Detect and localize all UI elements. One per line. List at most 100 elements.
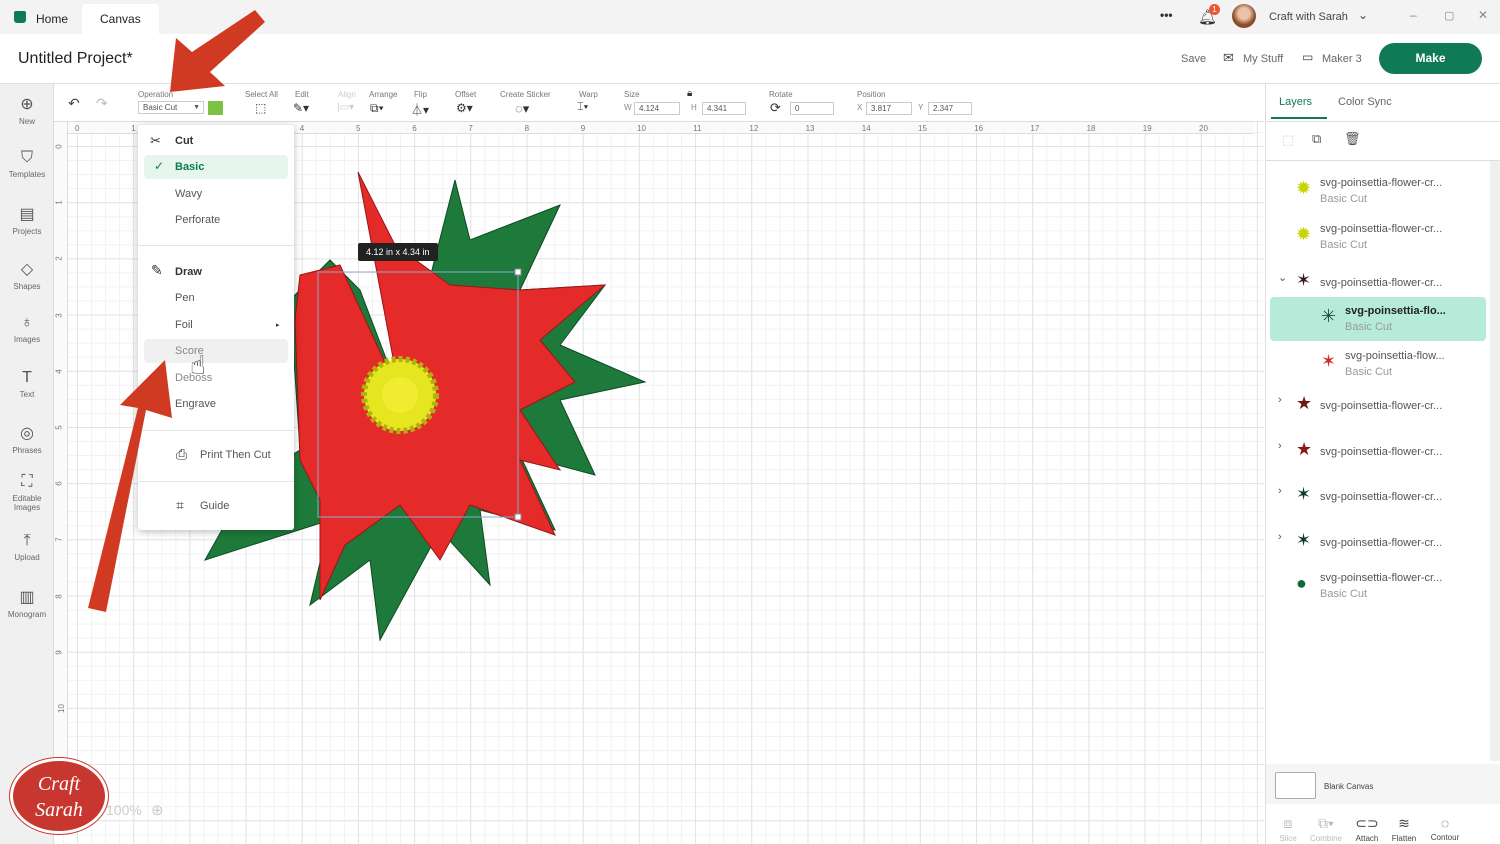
expand-chevron-icon[interactable]: ›: [1278, 531, 1282, 543]
zoom-level[interactable]: 100%: [106, 802, 142, 818]
scissors-icon: ✂: [150, 133, 161, 148]
operation-color-swatch[interactable]: [208, 101, 223, 115]
menu-divider: [138, 245, 294, 246]
layer-thumbnail-icon: ✳: [1321, 306, 1337, 326]
menu-item-score-hover[interactable]: [144, 339, 288, 363]
layer-item[interactable]: › ✶ svg-poinsettia-flower-cr...: [1270, 475, 1486, 519]
layer-item[interactable]: › ★ svg-poinsettia-flower-cr...: [1270, 384, 1486, 428]
height-input[interactable]: 4.341: [702, 102, 746, 115]
action-label: Slice: [1279, 834, 1297, 843]
submenu-arrow-icon: ▸: [276, 322, 280, 329]
layer-thumbnail-icon: ✹: [1296, 178, 1312, 198]
offset-icon[interactable]: ⚙▾: [456, 101, 473, 115]
y-value: 2.347: [933, 104, 954, 113]
layer-name: svg-poinsettia-flower-cr...: [1320, 400, 1443, 412]
position-label: Position: [857, 90, 886, 99]
layer-item[interactable]: › ★ svg-poinsettia-flower-cr...: [1270, 430, 1486, 474]
tab-layers[interactable]: Layers: [1279, 96, 1312, 108]
resize-handle[interactable]: [514, 513, 522, 521]
layer-name: svg-poinsettia-flow...: [1345, 350, 1445, 362]
menu-item-wavy[interactable]: Wavy: [175, 188, 202, 200]
check-icon: ✓: [154, 159, 165, 173]
menu-item-foil[interactable]: Foil: [175, 319, 193, 331]
redo-icon[interactable]: ↷: [96, 95, 108, 112]
h-label: H: [691, 103, 697, 112]
contour-button[interactable]: ◌ Contour: [1425, 815, 1465, 842]
layer-thumbnail-icon: ●: [1296, 573, 1307, 593]
x-input[interactable]: 3.817: [866, 102, 912, 115]
warp-label: Warp: [579, 90, 598, 99]
slice-button[interactable]: ⧈ Slice: [1268, 815, 1308, 843]
group-icon[interactable]: ⬚: [1282, 132, 1294, 148]
layer-operation: Basic Cut: [1345, 321, 1393, 333]
height-value: 4.341: [707, 104, 728, 113]
resize-handle[interactable]: [514, 268, 522, 276]
pencil-icon[interactable]: ✎▾: [293, 101, 309, 115]
contour-icon: ◌: [1440, 815, 1450, 831]
tab-color-sync[interactable]: Color Sync: [1338, 96, 1392, 108]
layer-item[interactable]: ● svg-poinsettia-flower-cr... Basic Cut: [1270, 564, 1486, 608]
rotate-icon: ⟳: [770, 100, 781, 115]
arrange-label: Arrange: [369, 90, 398, 99]
expand-chevron-icon[interactable]: ›: [1278, 440, 1282, 452]
guide-icon: ⌗: [176, 497, 184, 513]
expand-chevron-icon[interactable]: ›: [1278, 485, 1282, 497]
align-icon[interactable]: |▭▾: [337, 102, 354, 113]
layer-name: svg-poinsettia-flower-cr...: [1320, 277, 1443, 289]
sticker-icon[interactable]: ◌▾: [515, 101, 529, 117]
layer-item[interactable]: ✳ svg-poinsettia-flo... Basic Cut: [1270, 297, 1486, 341]
menu-item-basic[interactable]: ✓ Basic: [144, 155, 288, 179]
operation-label: Operation: [138, 90, 174, 99]
zoom-in-icon[interactable]: ⊕: [151, 801, 164, 819]
combine-icon: ⧉▾: [1318, 815, 1334, 831]
x-label: X: [857, 103, 863, 112]
layer-item[interactable]: ✶ svg-poinsettia-flow... Basic Cut: [1270, 342, 1486, 386]
width-value: 4.124: [639, 104, 660, 113]
layers-panel: Layers Color Sync ⬚ ⧉ 🗑︎ ✹ svg-poinsetti…: [1265, 84, 1500, 844]
undo-icon[interactable]: ↶: [68, 95, 80, 112]
blank-canvas-row[interactable]: Blank Canvas: [1266, 764, 1500, 804]
menu-item-pen[interactable]: Pen: [175, 292, 195, 304]
duplicate-icon[interactable]: ⧉: [1312, 131, 1321, 147]
blank-canvas-swatch[interactable]: [1275, 772, 1316, 799]
trash-icon[interactable]: 🗑︎: [1344, 131, 1361, 147]
rotate-input[interactable]: 0: [790, 102, 834, 115]
menu-item-guide[interactable]: Guide: [200, 500, 229, 512]
y-input[interactable]: 2.347: [928, 102, 972, 115]
lock-icon[interactable]: 🔒︎: [687, 88, 692, 99]
menu-item-engrave[interactable]: Engrave: [175, 398, 216, 410]
yellow-center: [361, 356, 439, 434]
layer-item[interactable]: ✹ svg-poinsettia-flower-cr... Basic Cut: [1270, 169, 1486, 213]
layer-thumbnail-icon: ✶: [1296, 484, 1312, 504]
active-tab-indicator: [1271, 117, 1327, 119]
layer-thumbnail-icon: ★: [1296, 393, 1313, 413]
offset-label: Offset: [455, 90, 477, 99]
layers-scrollbar[interactable]: [1490, 161, 1500, 761]
menu-item-perforate[interactable]: Perforate: [175, 214, 220, 226]
layer-thumbnail-icon: ✶: [1296, 270, 1312, 290]
operation-select[interactable]: Basic Cut ▼: [138, 101, 204, 114]
menu-item-label: Basic: [175, 161, 205, 173]
expand-chevron-icon[interactable]: ›: [1278, 394, 1282, 406]
menu-item-print-then-cut[interactable]: Print Then Cut: [200, 449, 271, 461]
rotate-label: Rotate: [769, 90, 793, 99]
select-all-icon[interactable]: ⬚: [255, 101, 266, 115]
combine-button[interactable]: ⧉▾ Combine: [1306, 815, 1346, 843]
attach-button[interactable]: ⊂⊃ Attach: [1347, 815, 1387, 843]
layer-thumbnail-icon: ★: [1296, 439, 1313, 459]
flatten-button[interactable]: ≋ Flatten: [1384, 815, 1424, 843]
flip-icon[interactable]: ⏃▾: [411, 101, 429, 118]
dimension-tooltip: 4.12 in x 4.34 in: [358, 243, 438, 261]
layer-item[interactable]: › ✶ svg-poinsettia-flower-cr...: [1270, 521, 1486, 565]
warp-icon[interactable]: ⌶▾: [577, 101, 588, 114]
expand-chevron-icon[interactable]: ⌄: [1278, 271, 1287, 284]
width-input[interactable]: 4.124: [634, 102, 680, 115]
flip-label: Flip: [414, 90, 427, 99]
operation-dropdown-menu: ✂ Cut ✓ Basic Wavy Perforate ✎ Draw Pen …: [138, 125, 294, 530]
arrange-icon[interactable]: ⧉▾: [370, 101, 384, 116]
edit-toolbar: ↶ ↷ Operation Basic Cut ▼ Select All ⬚ Ed…: [54, 84, 1264, 122]
action-label: Combine: [1309, 834, 1342, 843]
layer-item[interactable]: ✹ svg-poinsettia-flower-cr... Basic Cut: [1270, 215, 1486, 259]
rotate-value: 0: [795, 104, 800, 113]
y-label: Y: [918, 103, 924, 112]
